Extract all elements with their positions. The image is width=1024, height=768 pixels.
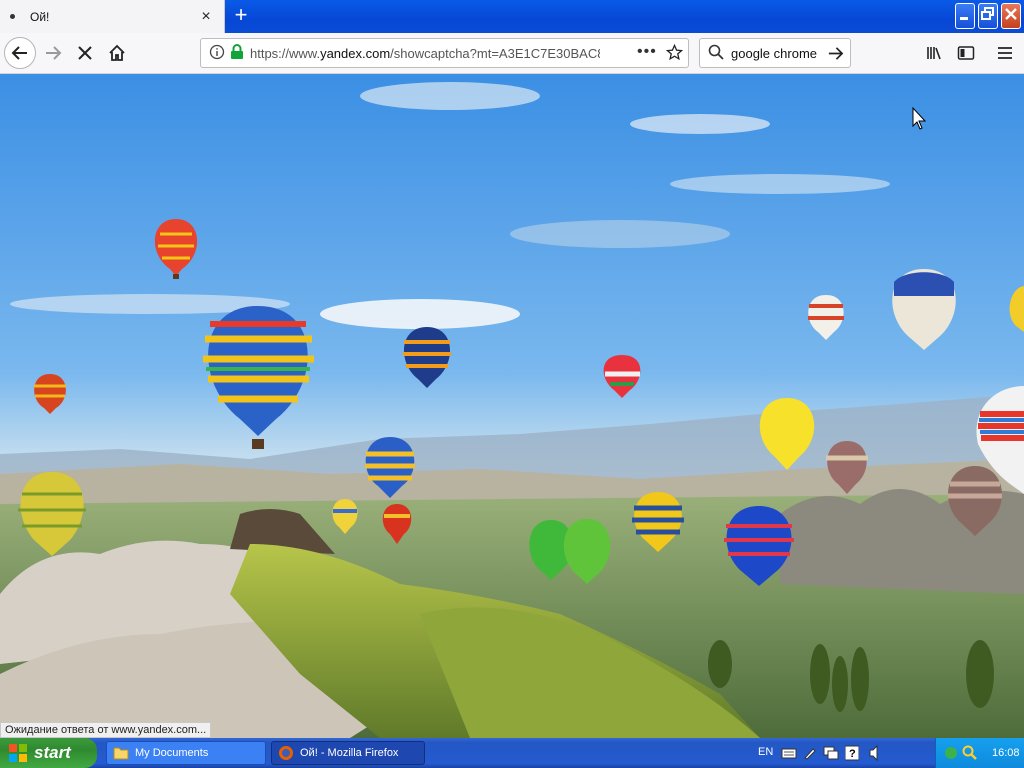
browser-tab[interactable]: Ой! × <box>0 0 225 33</box>
clock[interactable]: 16:08 <box>992 747 1020 759</box>
forward-icon[interactable] <box>38 38 68 68</box>
network-icon[interactable] <box>823 745 839 761</box>
search-icon <box>708 44 724 63</box>
menu-icon[interactable] <box>990 38 1020 68</box>
search-tray-icon[interactable] <box>962 745 978 761</box>
url-prefix: https://www. <box>250 45 321 61</box>
system-tray: 16:08 <box>935 738 1024 768</box>
start-label: start <box>34 743 71 762</box>
back-icon[interactable] <box>4 37 36 69</box>
title-bar: Ой! × + <box>0 0 1024 33</box>
search-go-icon[interactable] <box>827 45 844 65</box>
folder-icon <box>113 746 129 760</box>
taskbar: start My Documents Ой! - Mozilla Firefox… <box>0 738 1024 768</box>
tab-dot-icon <box>10 14 15 19</box>
firefox-icon <box>278 745 294 761</box>
window-close-icon[interactable] <box>1001 3 1021 29</box>
url-path: /showcaptcha?mt=A3E1C7E30BAC8 <box>390 45 600 61</box>
sidebar-icon[interactable] <box>951 38 981 68</box>
lock-icon[interactable] <box>230 43 244 63</box>
windows-logo-icon <box>8 743 28 763</box>
keyboard-icon[interactable] <box>781 746 797 760</box>
minimize-icon[interactable] <box>955 3 975 29</box>
volume-icon[interactable] <box>868 744 882 762</box>
start-button[interactable]: start <box>0 738 97 768</box>
library-icon[interactable] <box>920 38 950 68</box>
url-domain: yandex.com <box>320 45 391 61</box>
url-bar[interactable]: https://www.yandex.com/showcaptcha?mt=A3… <box>200 38 689 68</box>
tab-title: Ой! <box>30 9 50 24</box>
pen-icon[interactable] <box>803 746 817 760</box>
page-actions-icon[interactable]: ••• <box>637 43 657 61</box>
help-icon[interactable]: ? <box>845 745 859 761</box>
taskbar-item-firefox[interactable]: Ой! - Mozilla Firefox <box>271 741 425 765</box>
status-text: Ожидание ответа от www.yandex.com... <box>0 722 212 738</box>
taskbar-item-my-documents[interactable]: My Documents <box>106 741 266 765</box>
info-icon[interactable] <box>209 44 225 63</box>
stop-icon[interactable] <box>70 38 100 68</box>
taskbar-item-label: My Documents <box>135 747 209 759</box>
home-icon[interactable] <box>102 38 132 68</box>
new-tab-icon[interactable]: + <box>230 4 252 27</box>
page-content <box>0 74 1024 738</box>
taskbar-item-label: Ой! - Mozilla Firefox <box>300 747 399 759</box>
svg-text:?: ? <box>849 748 856 760</box>
url-text[interactable]: https://www.yandex.com/showcaptcha?mt=A3… <box>250 46 600 61</box>
bookmark-star-icon[interactable] <box>665 43 684 64</box>
close-tab-icon[interactable]: × <box>198 8 214 25</box>
background-photo <box>0 74 1024 738</box>
security-icon[interactable] <box>944 746 958 760</box>
search-bar[interactable]: google chrome <box>699 38 851 68</box>
navigation-toolbar: https://www.yandex.com/showcaptcha?mt=A3… <box>0 33 1024 74</box>
language-indicator[interactable]: EN <box>758 746 773 758</box>
search-input[interactable]: google chrome <box>731 46 817 61</box>
maximize-icon[interactable] <box>978 3 998 29</box>
